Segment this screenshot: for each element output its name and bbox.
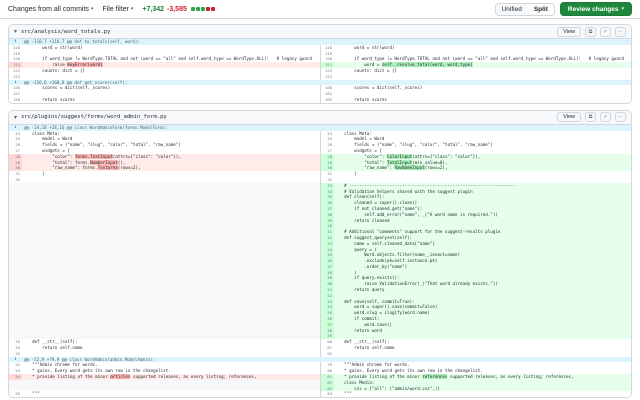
diff-cell: 55 """ [9, 391, 320, 397]
changed-token: ColorInput [387, 154, 412, 159]
viewed-checkbox[interactable]: ✓ [600, 27, 611, 37]
changed-token: references [422, 374, 447, 379]
kebab-menu-icon[interactable]: ⋯ [615, 112, 626, 122]
deletions-count: -3,585 [167, 6, 187, 13]
changed-token: Textarea [98, 165, 118, 170]
split-view-button[interactable]: Split [528, 4, 554, 15]
kebab-menu-icon[interactable]: ⋯ [615, 27, 626, 37]
diff-body: ↕@@ -24,18 +24,16 @@ class WordAdminForm… [9, 125, 631, 397]
toolbar-left: Changes from all commits ▾ File filter ▾… [8, 6, 215, 13]
chevron-down-icon: ▾ [131, 6, 134, 12]
file-path[interactable]: src/analysis/word_totals.py [21, 29, 110, 35]
changed-token: articles [110, 374, 130, 379]
copy-path-icon[interactable]: ⧉ [585, 27, 596, 37]
file-filter-label: File filter [102, 6, 128, 13]
diffstat: +7,342 -3,585 [142, 6, 214, 13]
code-line: """ [334, 391, 631, 397]
changed-token: self._resolve_total(word, word_type) [382, 62, 473, 67]
chevron-down-icon[interactable]: ▾ [14, 114, 17, 121]
code-line: return scores [334, 97, 631, 103]
diff-row: 158 return scores162 return scores [9, 97, 631, 103]
file-diff: ▾ src/plugins/suggest/forms/word_admin_f… [8, 110, 632, 398]
viewed-checkbox[interactable]: ✓ [600, 112, 611, 122]
diff-view-toggle: Unified Split [495, 3, 555, 16]
code-line: return scores [22, 97, 320, 103]
unified-view-button[interactable]: Unified [496, 4, 528, 15]
review-changes-label: Review changes [568, 6, 619, 13]
diffstat-block [196, 7, 200, 11]
commits-dropdown[interactable]: Changes from all commits ▾ [8, 6, 93, 13]
commits-dropdown-label: Changes from all commits [8, 6, 89, 13]
chevron-down-icon: ▾ [91, 6, 94, 12]
file-diff: ▾ src/analysis/word_totals.py View ⧉ ✓ ⋯… [8, 24, 632, 104]
toolbar-right: Unified Split Review changes ▾ [495, 2, 632, 16]
copy-path-icon[interactable]: ⧉ [585, 112, 596, 122]
diffstat-block [211, 7, 215, 11]
line-number[interactable]: 158 [9, 97, 22, 103]
diffstat-block [201, 7, 205, 11]
diff-cell: 162 return scores [320, 97, 631, 103]
review-changes-button[interactable]: Review changes ▾ [560, 2, 632, 16]
file-filter-dropdown[interactable]: File filter ▾ [102, 6, 133, 13]
files-changed-list: ▾ src/analysis/word_totals.py View ⧉ ✓ ⋯… [0, 19, 640, 398]
changed-token: NumberInput [90, 160, 118, 165]
code-line: """ [22, 391, 320, 397]
additions-count: +7,342 [142, 6, 164, 13]
file-header: ▾ src/analysis/word_totals.py View ⧉ ✓ ⋯ [9, 25, 631, 39]
chevron-down-icon[interactable]: ▾ [14, 28, 17, 35]
diffstat-block [191, 7, 195, 11]
diffstat-block [206, 7, 210, 11]
diffstat-blocks [190, 7, 215, 11]
file-header: ▾ src/plugins/suggest/forms/word_admin_f… [9, 111, 631, 125]
line-number[interactable]: 55 [9, 391, 22, 397]
diff-body: ↕@@ -118,7 +118,7 @@ def to_totals(self,… [9, 39, 631, 103]
diff-cell: 158 return scores [9, 97, 320, 103]
diff-row: 55 """84 """ [9, 391, 631, 397]
changed-token: RawNameInput [395, 165, 425, 170]
changed-token: KeyError(word) [67, 62, 102, 67]
changed-token: forms.TextInput [75, 154, 113, 159]
line-number[interactable]: 162 [321, 97, 334, 103]
changed-token: TotalInput [387, 160, 412, 165]
diff-cell: 84 """ [320, 391, 631, 397]
line-number[interactable]: 84 [321, 391, 334, 397]
file-path[interactable]: src/plugins/suggest/forms/word_admin_for… [21, 114, 167, 120]
view-file-button[interactable]: View [557, 27, 581, 37]
view-file-button[interactable]: View [557, 112, 581, 122]
pr-files-toolbar: Changes from all commits ▾ File filter ▾… [0, 0, 640, 19]
chevron-down-icon: ▾ [621, 6, 624, 12]
